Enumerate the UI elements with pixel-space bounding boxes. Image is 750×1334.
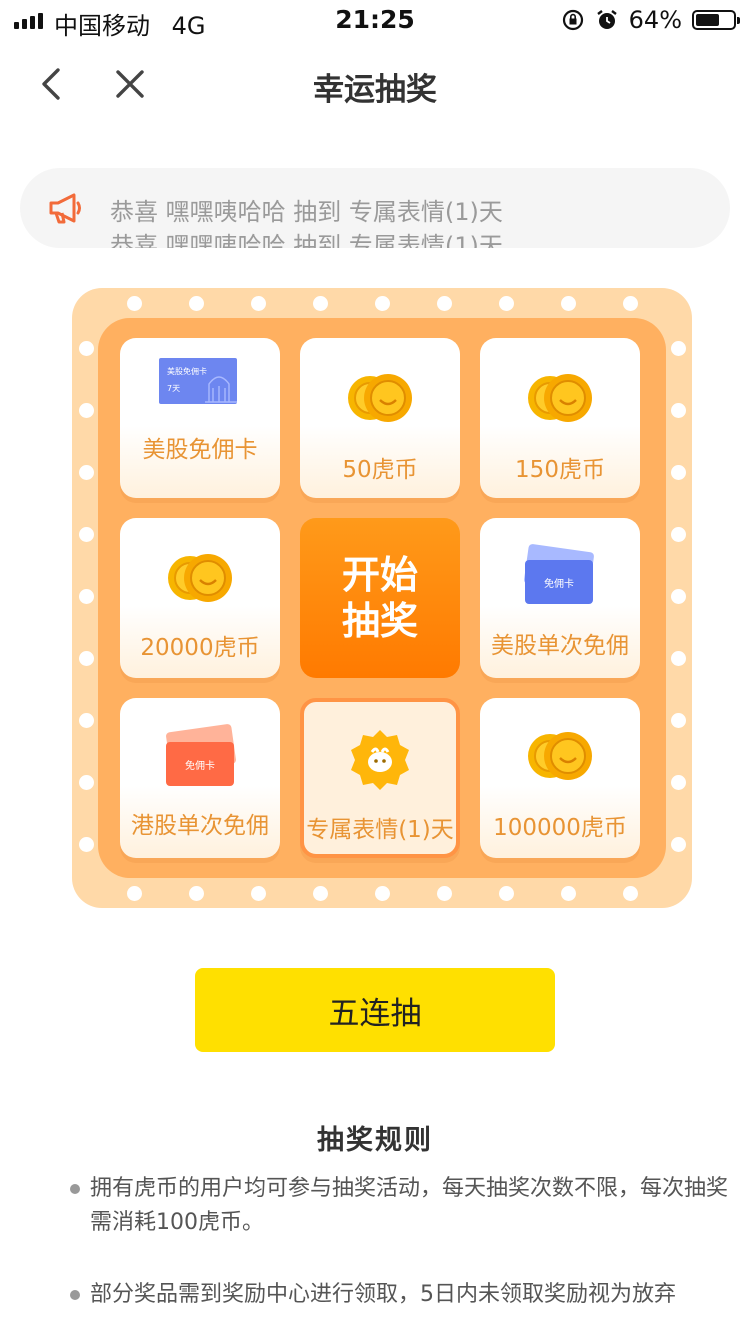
decor-dot xyxy=(79,403,94,418)
decor-dot xyxy=(671,651,686,666)
decor-dot xyxy=(79,527,94,542)
decor-dot xyxy=(561,296,576,311)
decor-dot xyxy=(671,775,686,790)
decor-dot xyxy=(313,886,328,901)
decor-dot xyxy=(79,837,94,852)
decor-dot xyxy=(375,296,390,311)
prize-us-commission-card: 美股免佣卡 7天 美股免佣卡 xyxy=(120,338,280,498)
decor-dot xyxy=(671,589,686,604)
us-commission-card-icon: 美股免佣卡 7天 xyxy=(159,358,237,404)
prize-label: 美股单次免佣 xyxy=(491,633,629,659)
decor-dot xyxy=(313,296,328,311)
decor-dot xyxy=(671,341,686,356)
decor-dot xyxy=(499,296,514,311)
decor-dot xyxy=(437,296,452,311)
prize-label: 150虎币 xyxy=(515,457,605,483)
bullet-icon xyxy=(70,1290,80,1300)
megaphone-icon xyxy=(46,188,86,228)
decor-dot xyxy=(189,296,204,311)
decor-dot xyxy=(499,886,514,901)
notice-line: 恭喜 嘿嘿咦哈哈 抽到 专属表情(1)天 xyxy=(110,198,503,226)
prize-label: 美股免佣卡 xyxy=(142,437,258,463)
decor-dot xyxy=(251,296,266,311)
winner-notice-bar: 恭喜 嘿嘿咦哈哈 抽到 专属表情(1)天 恭喜 嘿嘿咦哈哈 抽到 专属表情(1)… xyxy=(20,168,730,248)
coins-icon xyxy=(528,732,592,780)
battery-icon xyxy=(692,10,740,30)
emoji-badge-icon xyxy=(351,730,409,790)
decor-dot xyxy=(561,886,576,901)
prize-us-single-commission: 免佣卡 美股单次免佣 xyxy=(480,518,640,678)
decor-dot xyxy=(671,713,686,728)
alarm-icon xyxy=(595,8,619,32)
decor-dot xyxy=(79,775,94,790)
decor-dot xyxy=(437,886,452,901)
decor-dot xyxy=(375,886,390,901)
decor-dot xyxy=(671,465,686,480)
decor-dot xyxy=(671,527,686,542)
prize-label: 港股单次免佣 xyxy=(131,813,269,839)
battery-percent: 64% xyxy=(628,6,682,34)
prize-label: 专属表情(1)天 xyxy=(306,817,454,843)
decor-dot xyxy=(79,465,94,480)
nav-bar: 幸运抽奖 xyxy=(0,40,750,128)
status-bar: 中国移动 4G 21:25 64% xyxy=(0,0,750,40)
rule-item: 拥有虎币的用户均可参与抽奖活动，每天抽奖次数不限，每次抽奖需消耗100虎币。 xyxy=(70,1172,730,1240)
decor-dot xyxy=(189,886,204,901)
prize-150-coins: 150虎币 xyxy=(480,338,640,498)
prize-exclusive-emoji: 专属表情(1)天 xyxy=(300,698,460,858)
decor-dot xyxy=(79,651,94,666)
decor-dot xyxy=(127,296,142,311)
decor-dot xyxy=(251,886,266,901)
decor-dot xyxy=(79,589,94,604)
coins-icon xyxy=(528,374,592,422)
decor-dot xyxy=(671,403,686,418)
start-label: 开始 xyxy=(341,553,418,597)
decor-dot xyxy=(79,713,94,728)
rule-item: 部分奖品需到奖励中心进行领取，5日内未领取奖励视为放弃 xyxy=(70,1278,730,1312)
notice-line: 恭喜 嘿嘿咦哈哈 抽到 专属表情(1)天 xyxy=(110,232,503,248)
coins-icon xyxy=(348,374,412,422)
decor-dot xyxy=(623,886,638,901)
rules-title: 抽奖规则 xyxy=(317,1125,433,1156)
lottery-board: 美股免佣卡 7天 美股免佣卡 50虎币 150虎币 20000虎币 开始 抽奖 … xyxy=(72,288,692,908)
bullet-icon xyxy=(70,1184,80,1194)
decor-dot xyxy=(623,296,638,311)
prize-label: 20000虎币 xyxy=(140,635,260,661)
prize-label: 50虎币 xyxy=(342,457,418,483)
decor-dot xyxy=(79,341,94,356)
coins-icon xyxy=(168,554,232,602)
prize-hk-single-commission: 免佣卡 港股单次免佣 xyxy=(120,698,280,858)
decor-dot xyxy=(127,886,142,901)
prize-100000-coins: 100000虎币 xyxy=(480,698,640,858)
start-label: 抽奖 xyxy=(341,599,418,643)
prize-label: 100000虎币 xyxy=(493,815,627,841)
start-draw-button[interactable]: 开始 抽奖 xyxy=(300,518,460,678)
prize-20000-coins: 20000虎币 xyxy=(120,518,280,678)
rotation-lock-icon xyxy=(561,8,585,32)
five-draw-button[interactable]: 五连抽 xyxy=(195,968,555,1052)
page-title: 幸运抽奖 xyxy=(313,72,437,108)
decor-dot xyxy=(671,837,686,852)
prize-50-coins: 50虎币 xyxy=(300,338,460,498)
